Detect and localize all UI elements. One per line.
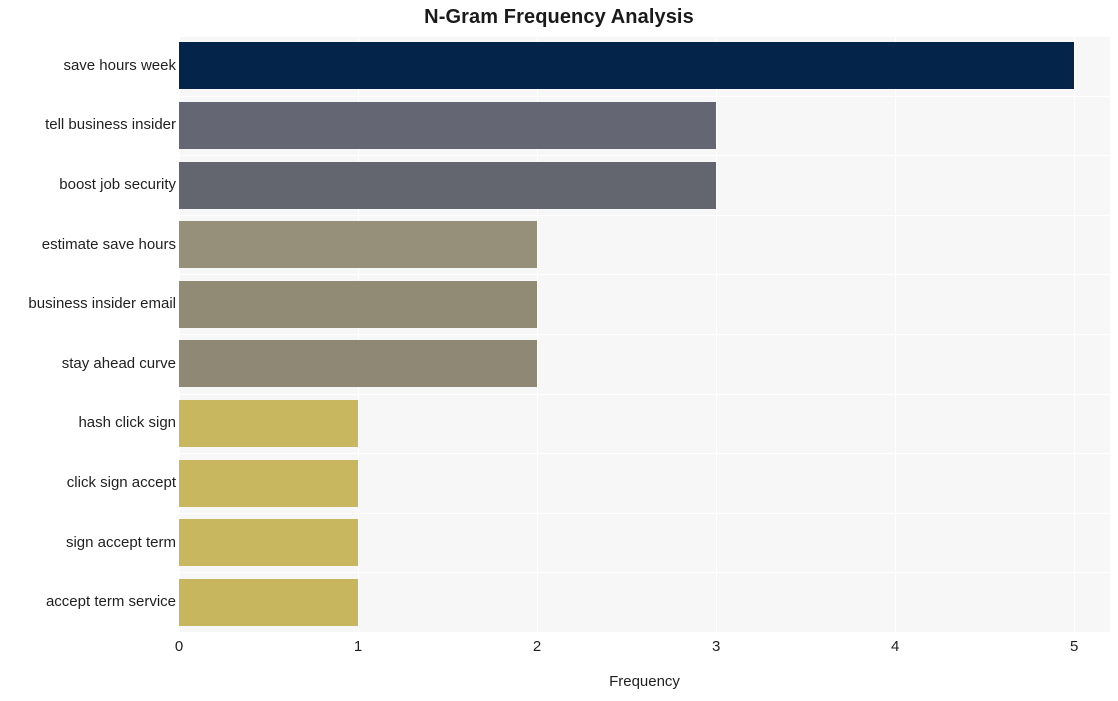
bar[interactable]	[179, 578, 359, 626]
bar[interactable]	[179, 399, 359, 447]
y-axis-label: boost job security	[59, 176, 176, 193]
y-axis-label: stay ahead curve	[61, 354, 176, 372]
bar[interactable]	[179, 221, 538, 269]
x-axis-tick-label: 1	[353, 638, 363, 655]
chart-title: N-Gram Frequency Analysis	[424, 6, 694, 28]
bar[interactable]	[179, 340, 538, 388]
y-axis-label: business insider email	[28, 295, 176, 313]
bar[interactable]	[179, 280, 538, 328]
y-axis-label: hash click sign	[78, 414, 176, 432]
x-axis-title: Frequency	[609, 673, 680, 690]
x-axis-tick-label: 5	[1070, 638, 1079, 655]
y-axis-label: sign accept term	[65, 533, 176, 551]
chart-container: N-Gram Frequency Analysis save hours wee…	[0, 0, 1118, 701]
y-axis-label: tell business insider	[45, 116, 176, 134]
x-axis-tick-label: 3	[711, 638, 721, 655]
x-axis-tick-label: 0	[174, 638, 184, 655]
bar[interactable]	[179, 101, 717, 149]
y-axis-label: click sign accept	[66, 474, 176, 491]
bar[interactable]	[179, 42, 1075, 90]
bars-layer	[179, 36, 1110, 632]
bar[interactable]	[179, 459, 359, 507]
bar[interactable]	[179, 161, 717, 209]
plot-area	[179, 36, 1110, 632]
x-axis-tick-label: 2	[532, 638, 542, 655]
y-axis-label: accept term service	[45, 593, 176, 611]
x-axis-ticks: 0 1 2 3 4 5	[175, 638, 1110, 662]
y-axis-category-labels: save hours week tell business insider boos…	[0, 36, 176, 632]
y-axis-label: estimate save hours	[41, 235, 176, 253]
x-axis-tick-label: 4	[890, 638, 900, 655]
y-axis-label: save hours week	[63, 56, 176, 74]
bar[interactable]	[179, 519, 359, 567]
